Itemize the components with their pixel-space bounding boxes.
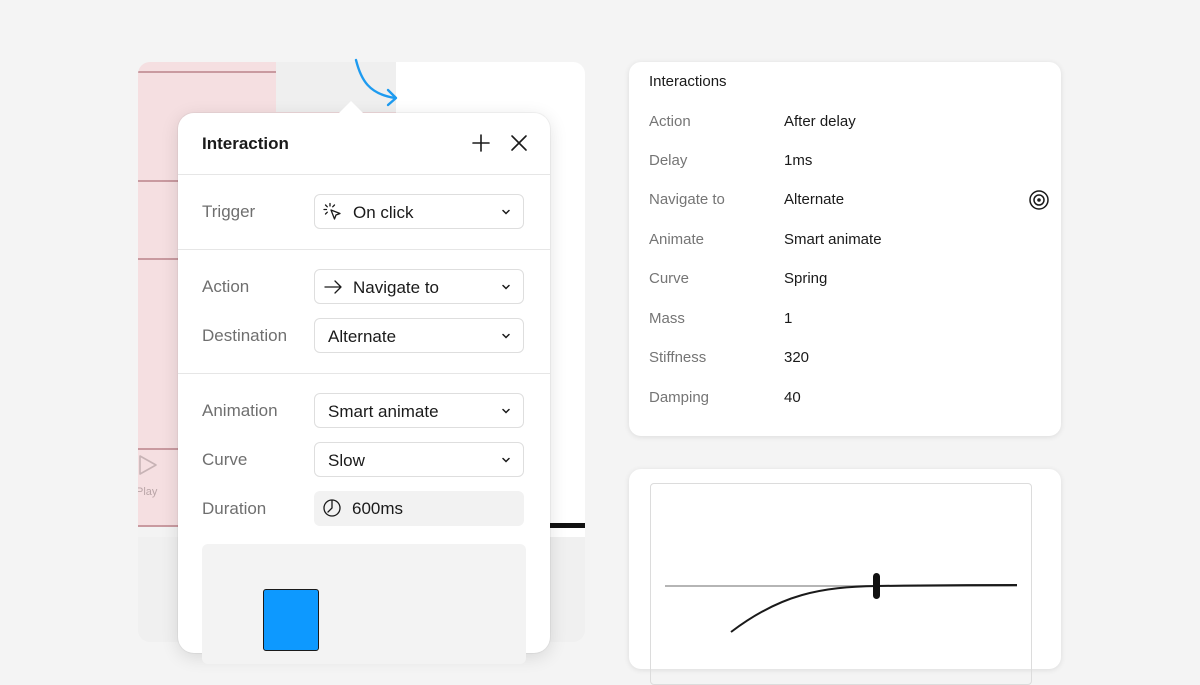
divider [178, 249, 550, 250]
info-value: Alternate [784, 191, 845, 208]
chevron-down-icon [502, 408, 510, 414]
action-label: Action [202, 277, 250, 296]
duration-input[interactable]: 600ms [314, 491, 524, 526]
info-value: Smart animate [784, 231, 882, 248]
curve-label: Curve [202, 450, 248, 469]
chevron-down-icon [502, 284, 510, 290]
info-value: 1ms [784, 152, 813, 169]
curve-handle[interactable] [873, 573, 880, 599]
info-value: 1 [784, 310, 793, 327]
info-key: Animate [649, 231, 705, 248]
duration-value: 600ms [352, 499, 404, 518]
info-key: Damping [649, 389, 710, 406]
play-label: Play [138, 486, 158, 498]
info-value: Spring [784, 270, 828, 287]
info-value: 320 [784, 349, 810, 366]
trigger-select[interactable]: On click [314, 194, 524, 229]
arrow-right-icon [324, 280, 342, 294]
animation-label: Animation [202, 401, 278, 420]
preview-layer [263, 589, 319, 651]
spring-curve-card [629, 469, 1061, 685]
plus-icon[interactable] [471, 133, 491, 153]
divider [178, 174, 550, 175]
info-key: Stiffness [649, 349, 707, 366]
panel-pointer [338, 101, 364, 114]
interactions-title: Interactions [649, 73, 727, 90]
info-value: 40 [784, 389, 801, 406]
curve-select[interactable]: Slow [314, 442, 524, 477]
chevron-down-icon [502, 333, 510, 339]
curve-value: Slow [328, 451, 365, 470]
info-key: Action [649, 113, 691, 130]
tap-cursor-icon [323, 202, 341, 220]
trigger-value: On click [353, 203, 414, 222]
play-icon [139, 455, 157, 475]
frame-bar [548, 523, 585, 528]
trigger-label: Trigger [202, 202, 256, 221]
info-key: Delay [649, 152, 688, 169]
interactions-card: Interactions Action After delay Delay 1m… [629, 62, 1061, 436]
duration-label: Duration [202, 499, 267, 518]
timer-icon [323, 499, 341, 517]
panel-title: Interaction [202, 134, 289, 153]
action-value: Navigate to [353, 278, 439, 297]
destination-value: Alternate [328, 327, 397, 346]
animation-value: Smart animate [328, 402, 439, 421]
info-value: After delay [784, 113, 856, 130]
action-select[interactable]: Navigate to [314, 269, 524, 304]
info-key: Navigate to [649, 191, 725, 208]
destination-select[interactable]: Alternate [314, 318, 524, 353]
animation-preview [202, 544, 526, 664]
curve-graph [650, 483, 1032, 685]
info-key: Curve [649, 270, 690, 287]
info-key: Mass [649, 310, 685, 327]
animation-select[interactable]: Smart animate [314, 393, 524, 428]
close-icon[interactable] [509, 133, 529, 153]
chevron-down-icon [502, 457, 510, 463]
destination-label: Destination [202, 326, 288, 345]
interaction-panel: Interaction Trigger On click Action Navi… [178, 101, 550, 664]
target-icon[interactable] [1028, 189, 1050, 211]
spring-curve-graph [665, 573, 1018, 633]
chevron-down-icon [502, 209, 510, 215]
divider [178, 373, 550, 374]
